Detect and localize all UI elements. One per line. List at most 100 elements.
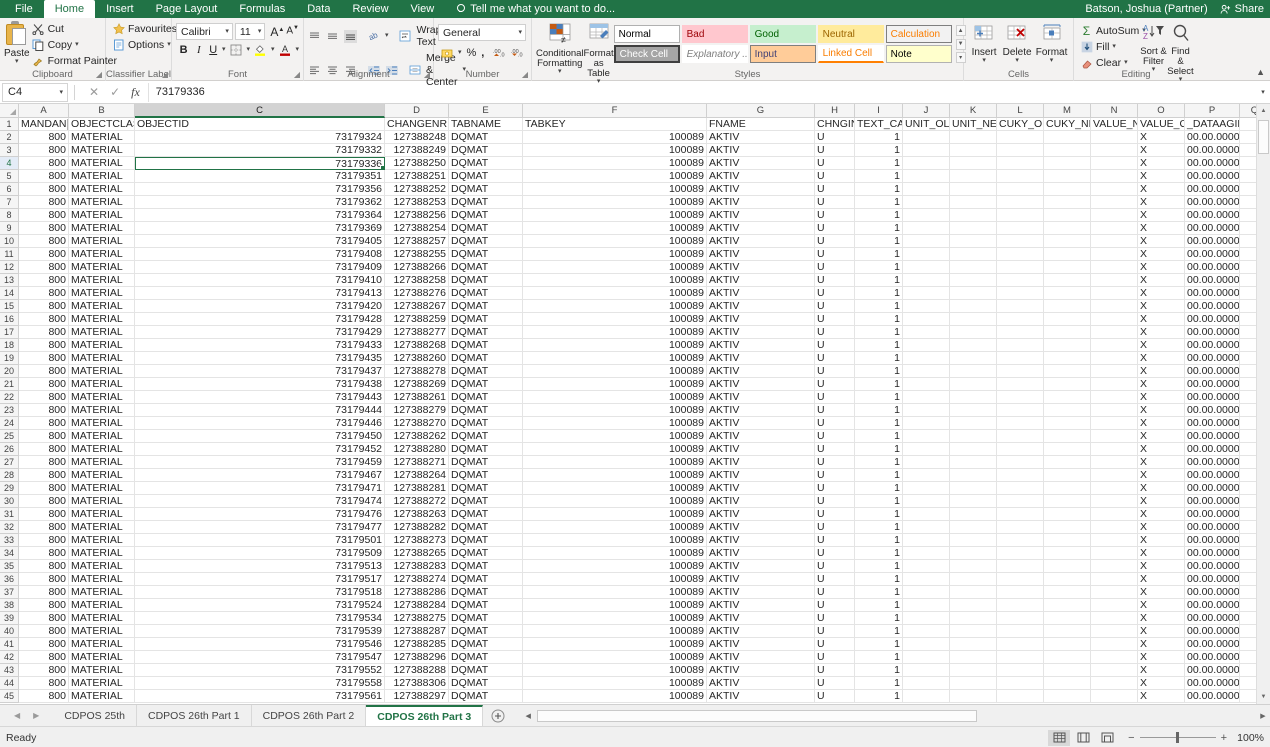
- ribbon-tab-insert[interactable]: Insert: [95, 0, 145, 18]
- cell-h35[interactable]: U: [815, 560, 855, 573]
- cell-j30[interactable]: [903, 495, 950, 508]
- cell-l21[interactable]: [997, 378, 1044, 391]
- cell-h44[interactable]: U: [815, 677, 855, 690]
- cell-c18[interactable]: 73179433: [135, 339, 385, 352]
- cell-o32[interactable]: X: [1138, 521, 1185, 534]
- cell-g21[interactable]: AKTIV: [707, 378, 815, 391]
- cell-p28[interactable]: 00.00.0000: [1185, 469, 1240, 482]
- cell-k3[interactable]: [950, 144, 997, 157]
- row-header-25[interactable]: 25: [0, 430, 19, 443]
- cell-j24[interactable]: [903, 417, 950, 430]
- cell-g38[interactable]: AKTIV: [707, 599, 815, 612]
- cell-o42[interactable]: X: [1138, 651, 1185, 664]
- cell-f20[interactable]: 100089: [523, 365, 707, 378]
- chevron-down-icon[interactable]: ▾: [518, 29, 522, 36]
- cell-g45[interactable]: AKTIV: [707, 690, 815, 703]
- cell-g19[interactable]: AKTIV: [707, 352, 815, 365]
- cell-i10[interactable]: 1: [855, 235, 903, 248]
- cell-f34[interactable]: 100089: [523, 547, 707, 560]
- cell-g43[interactable]: AKTIV: [707, 664, 815, 677]
- cell-j10[interactable]: [903, 235, 950, 248]
- cell-p10[interactable]: 00.00.0000: [1185, 235, 1240, 248]
- cell-h29[interactable]: U: [815, 482, 855, 495]
- cell-o27[interactable]: X: [1138, 456, 1185, 469]
- cell-c23[interactable]: 73179444: [135, 404, 385, 417]
- cell-j19[interactable]: [903, 352, 950, 365]
- cell-k28[interactable]: [950, 469, 997, 482]
- cell-d7[interactable]: 127388253: [385, 196, 449, 209]
- style-normal[interactable]: Normal: [613, 25, 680, 43]
- row-header-13[interactable]: 13: [0, 274, 19, 287]
- style-linked-cell[interactable]: Linked Cell: [817, 45, 884, 63]
- scroll-down-button[interactable]: ▼: [1257, 690, 1270, 704]
- cell-q18[interactable]: [1240, 339, 1256, 352]
- cell-e16[interactable]: DQMAT: [449, 313, 523, 326]
- row-header-28[interactable]: 28: [0, 469, 19, 482]
- cell-m30[interactable]: [1044, 495, 1091, 508]
- cell-q2[interactable]: [1240, 131, 1256, 144]
- cell-g44[interactable]: AKTIV: [707, 677, 815, 690]
- style-good[interactable]: Good: [749, 25, 816, 43]
- cell-a44[interactable]: 800: [19, 677, 69, 690]
- cell-m17[interactable]: [1044, 326, 1091, 339]
- cell-f37[interactable]: 100089: [523, 586, 707, 599]
- cell-a17[interactable]: 800: [19, 326, 69, 339]
- cell-j7[interactable]: [903, 196, 950, 209]
- cell-k29[interactable]: [950, 482, 997, 495]
- cell-k38[interactable]: [950, 599, 997, 612]
- cell-i36[interactable]: 1: [855, 573, 903, 586]
- cell-o16[interactable]: X: [1138, 313, 1185, 326]
- cell-f5[interactable]: 100089: [523, 170, 707, 183]
- cell-f12[interactable]: 100089: [523, 261, 707, 274]
- cell-o40[interactable]: X: [1138, 625, 1185, 638]
- cell-h38[interactable]: U: [815, 599, 855, 612]
- cell-l30[interactable]: [997, 495, 1044, 508]
- cell-d28[interactable]: 127388264: [385, 469, 449, 482]
- cell-b38[interactable]: MATERIAL: [69, 599, 135, 612]
- row-header-31[interactable]: 31: [0, 508, 19, 521]
- row-header-38[interactable]: 38: [0, 599, 19, 612]
- cell-n6[interactable]: [1091, 183, 1138, 196]
- cell-o6[interactable]: X: [1138, 183, 1185, 196]
- cell-l45[interactable]: [997, 690, 1044, 703]
- cell-n21[interactable]: [1091, 378, 1138, 391]
- cell-h20[interactable]: U: [815, 365, 855, 378]
- confirm-formula-icon[interactable]: ✓: [110, 85, 120, 99]
- cell-n35[interactable]: [1091, 560, 1138, 573]
- header-cell-p[interactable]: _DATAAGING: [1185, 118, 1240, 131]
- zoom-control[interactable]: − + 100%: [1128, 732, 1264, 744]
- cell-k27[interactable]: [950, 456, 997, 469]
- underline-button[interactable]: U: [208, 44, 218, 56]
- row-header-43[interactable]: 43: [0, 664, 19, 677]
- cell-e23[interactable]: DQMAT: [449, 404, 523, 417]
- header-cell-l[interactable]: CUKY_OLD: [997, 118, 1044, 131]
- cell-n43[interactable]: [1091, 664, 1138, 677]
- cell-p44[interactable]: 00.00.0000: [1185, 677, 1240, 690]
- row-header-8[interactable]: 8: [0, 209, 19, 222]
- cell-f25[interactable]: 100089: [523, 430, 707, 443]
- cell-g36[interactable]: AKTIV: [707, 573, 815, 586]
- cell-p13[interactable]: 00.00.0000: [1185, 274, 1240, 287]
- cell-g33[interactable]: AKTIV: [707, 534, 815, 547]
- cell-c27[interactable]: 73179459: [135, 456, 385, 469]
- cell-g28[interactable]: AKTIV: [707, 469, 815, 482]
- cell-c6[interactable]: 73179356: [135, 183, 385, 196]
- cell-e40[interactable]: DQMAT: [449, 625, 523, 638]
- cell-e44[interactable]: DQMAT: [449, 677, 523, 690]
- cell-m25[interactable]: [1044, 430, 1091, 443]
- cell-m6[interactable]: [1044, 183, 1091, 196]
- cell-l2[interactable]: [997, 131, 1044, 144]
- cell-b15[interactable]: MATERIAL: [69, 300, 135, 313]
- cell-d41[interactable]: 127388285: [385, 638, 449, 651]
- cell-d32[interactable]: 127388282: [385, 521, 449, 534]
- hscroll-left-button[interactable]: ◀: [521, 712, 535, 720]
- cell-q3[interactable]: [1240, 144, 1256, 157]
- cell-a19[interactable]: 800: [19, 352, 69, 365]
- cell-j12[interactable]: [903, 261, 950, 274]
- name-box[interactable]: C4 ▾: [2, 82, 68, 102]
- cell-c28[interactable]: 73179467: [135, 469, 385, 482]
- cell-b5[interactable]: MATERIAL: [69, 170, 135, 183]
- cell-e18[interactable]: DQMAT: [449, 339, 523, 352]
- cell-f23[interactable]: 100089: [523, 404, 707, 417]
- cell-e31[interactable]: DQMAT: [449, 508, 523, 521]
